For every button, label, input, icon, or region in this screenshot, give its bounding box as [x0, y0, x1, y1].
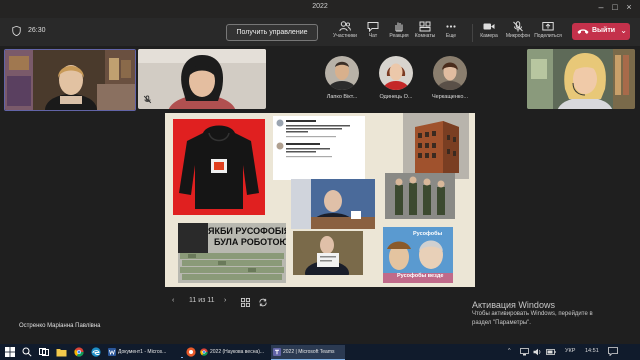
- task-indicator: [181, 357, 183, 358]
- more-icon: [446, 25, 456, 28]
- avatar[interactable]: [433, 56, 467, 90]
- slide-counter: 11 из 11: [189, 297, 215, 304]
- toy-caption-bottom: Русофобы везде: [397, 273, 444, 279]
- avatar[interactable]: [325, 56, 359, 90]
- task-view-icon[interactable]: [39, 347, 49, 357]
- edge-icon[interactable]: [91, 347, 101, 357]
- microphone-muted-icon: [143, 95, 152, 104]
- next-slide-icon[interactable]: ›: [224, 297, 226, 304]
- video-tile-participant-3[interactable]: [527, 49, 635, 109]
- hoodie-picture: [179, 125, 259, 209]
- taskbar-word-document[interactable]: Документ1 - Micros...: [106, 345, 178, 359]
- close-icon[interactable]: ×: [622, 2, 636, 12]
- task-label: Документ1 - Micros...: [118, 349, 167, 355]
- chrome-icon: [200, 348, 208, 356]
- meeting-toolbar: 26:30 Получить управление Участники Чат …: [0, 18, 640, 46]
- video-tile-participant-2[interactable]: [138, 49, 266, 109]
- more-label: Еще: [445, 33, 457, 39]
- avatar-name: Лапко Вікт...: [326, 94, 358, 100]
- chrome-icon[interactable]: [74, 347, 84, 357]
- title-bar: 2022 – □ ×: [0, 0, 640, 18]
- file-explorer-icon[interactable]: [56, 347, 67, 357]
- windows-start-icon[interactable]: [5, 347, 15, 357]
- tweet-picture: [276, 119, 350, 158]
- notifications-icon[interactable]: [608, 347, 618, 356]
- hoodie-image: [173, 119, 265, 215]
- windows-taskbar: Документ1 - Micros... 2022 (Наукова весн…: [0, 344, 640, 360]
- window-title: 2022: [312, 3, 328, 10]
- leave-label: Выйти: [592, 27, 616, 34]
- avatar-name: Черкащенко...: [431, 94, 469, 100]
- task-label: 2022 (Наукова весна)...: [210, 349, 265, 355]
- clock[interactable]: 14:51: [585, 348, 599, 354]
- presenter-name: Остренко Маріанна Павлівна: [19, 323, 101, 329]
- participant-video: [138, 49, 266, 109]
- maximize-icon[interactable]: □: [608, 2, 622, 12]
- participant-video: [527, 49, 635, 109]
- signing-picture: [293, 231, 363, 285]
- meme-caption-top: ЯКБИ РУСОФОБІЯ: [208, 226, 286, 236]
- shared-slide: ЯКБИ РУСОФОБІЯ БУЛА РОБОТОЮ Русофобы Рус…: [165, 113, 475, 287]
- avatar[interactable]: [379, 56, 413, 90]
- toy-story-meme-image: Русофобы Русофобы везде: [383, 227, 453, 283]
- chat-icon: [367, 22, 379, 32]
- zoom-app-icon[interactable]: [186, 347, 196, 357]
- hand-icon: [395, 22, 403, 32]
- activation-heading: Активация Windows: [472, 300, 555, 310]
- battery-icon[interactable]: [546, 348, 556, 356]
- money-meme-image: ЯКБИ РУСОФОБІЯ БУЛА РОБОТОЮ: [178, 223, 286, 283]
- building-picture: [415, 121, 459, 173]
- building-image: [403, 113, 469, 179]
- avatar-photo: [325, 56, 359, 90]
- leave-button[interactable]: Выйти ⌄: [572, 23, 630, 40]
- avatar-photo: [379, 56, 413, 90]
- more-button[interactable]: Еще: [434, 21, 468, 39]
- mic-label: Микрофон: [505, 33, 531, 39]
- signing-image: [293, 231, 363, 285]
- politician-desk-picture: [291, 179, 375, 237]
- meeting-timer: 26:30: [28, 27, 46, 34]
- activation-line-1: Чтобы активировать Windows, перейдите в: [472, 311, 593, 317]
- people-icon: [339, 21, 351, 32]
- mic-button[interactable]: Микрофон: [501, 21, 535, 39]
- activation-line-2: раздел "Параметры".: [472, 320, 531, 326]
- chevron-down-icon[interactable]: ⌄: [620, 26, 627, 35]
- microphone-muted-icon: [513, 21, 523, 32]
- shield-icon: [12, 26, 21, 36]
- share-button[interactable]: Поделиться: [531, 21, 565, 39]
- tray-chevron-icon[interactable]: ^: [508, 348, 511, 354]
- share-label: Поделиться: [534, 33, 562, 39]
- previous-slide-icon[interactable]: ‹: [172, 297, 174, 304]
- soldiers-picture: [385, 173, 455, 219]
- meme-caption-bottom: БУЛА РОБОТОЮ: [214, 237, 286, 247]
- politician-desk-image: [291, 179, 375, 237]
- search-icon[interactable]: [22, 347, 32, 357]
- soldiers-image: [385, 173, 455, 219]
- volume-icon[interactable]: [533, 348, 542, 356]
- tweet-screenshot: [273, 116, 365, 180]
- rooms-icon: [419, 21, 431, 32]
- camera-icon: [483, 23, 495, 30]
- toy-caption-top: Русофобы: [413, 231, 443, 237]
- avatar-photo: [433, 56, 467, 90]
- windows-activation-watermark: Активация Windows Чтобы активировать Win…: [472, 300, 593, 328]
- language-indicator[interactable]: УКР: [565, 348, 575, 354]
- minimize-icon[interactable]: –: [594, 2, 608, 12]
- taskbar-teams-window[interactable]: 2022 | Microsoft Teams: [271, 345, 345, 360]
- video-tile-participant-1[interactable]: [4, 49, 136, 111]
- sync-icon[interactable]: [258, 298, 268, 307]
- teams-icon: [273, 348, 281, 356]
- network-icon[interactable]: [520, 348, 529, 356]
- take-control-button[interactable]: Получить управление: [226, 24, 318, 41]
- word-icon: [108, 348, 116, 356]
- share-icon: [542, 22, 554, 31]
- taskbar-browser-window[interactable]: 2022 (Наукова весна)...: [198, 345, 268, 359]
- avatar-name: Одинець О...: [379, 94, 413, 100]
- participant-video: [5, 50, 135, 110]
- hang-up-icon: [577, 29, 589, 34]
- grid-view-icon[interactable]: [241, 298, 250, 307]
- task-label: 2022 | Microsoft Teams: [283, 349, 335, 355]
